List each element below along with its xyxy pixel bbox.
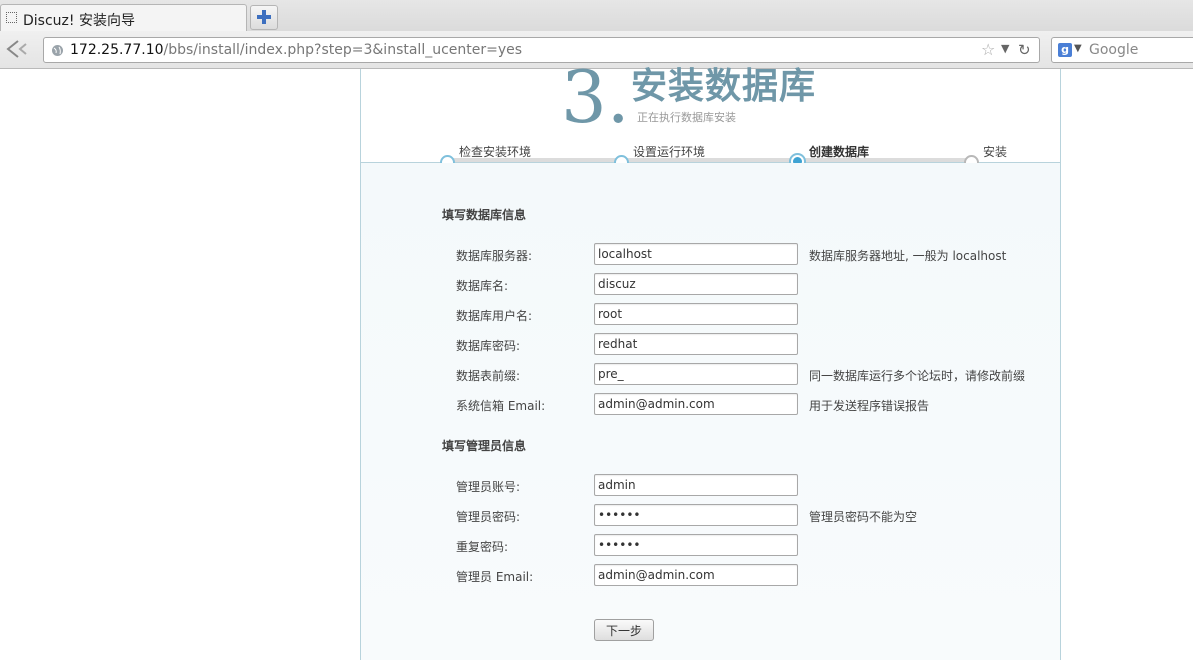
install-page: 3. 安装数据库 正在执行数据库安装 检查安装环境 设置运行环境 创建数据库 安… [360, 61, 1061, 660]
dropdown-icon[interactable]: ▼ [1001, 42, 1009, 55]
table-prefix-input[interactable] [594, 363, 798, 385]
table-prefix-label: 数据表前缀: [456, 369, 521, 383]
globe-icon [52, 45, 63, 56]
db-host-hint: 数据库服务器地址, 一般为 localhost [809, 249, 1007, 263]
table-prefix-hint: 同一数据库运行多个论坛时，请修改前缀 [809, 369, 1026, 383]
url-host: 172.25.77.10 [70, 42, 164, 58]
admin-account-input[interactable] [594, 474, 798, 496]
db-host-input[interactable] [594, 243, 798, 265]
admin-email-label: 管理员 Email: [456, 570, 534, 584]
admin-email-input[interactable] [594, 564, 798, 586]
db-user-input[interactable] [594, 303, 798, 325]
admin-password-input[interactable] [594, 504, 798, 526]
url-path: /bbs/install/index.php?step=3&install_uc… [163, 42, 523, 58]
new-tab-button[interactable] [250, 5, 278, 30]
step-label-3: 创建数据库 [809, 145, 870, 159]
search-engine-dropdown-icon[interactable]: ▼ [1074, 43, 1082, 54]
next-step-button[interactable]: 下一步 [594, 619, 654, 641]
browser-tab[interactable]: Discuz! 安装向导 [0, 4, 247, 31]
system-email-hint: 用于发送程序错误报告 [809, 399, 930, 413]
repeat-password-label: 重复密码: [456, 540, 509, 554]
db-password-label: 数据库密码: [456, 339, 521, 353]
install-form: 填写数据库信息 数据库服务器: 数据库服务器地址, 一般为 localhost … [361, 163, 1060, 660]
db-name-input[interactable] [594, 273, 798, 295]
page-title: 安装数据库 [631, 66, 817, 107]
db-host-label: 数据库服务器: [456, 249, 533, 263]
step-label-1: 检查安装环境 [459, 145, 532, 159]
system-email-input[interactable] [594, 393, 798, 415]
reload-icon[interactable]: ↻ [1018, 41, 1031, 59]
search-placeholder: Google [1089, 42, 1139, 58]
star-icon[interactable]: ☆ [981, 42, 995, 58]
db-name-label: 数据库名: [456, 279, 509, 293]
google-icon[interactable]: g [1058, 43, 1072, 57]
repeat-password-input[interactable] [594, 534, 798, 556]
tab-title: Discuz! 安装向导 [23, 13, 135, 29]
step-label-4: 安装 [983, 145, 1008, 159]
url-bar[interactable]: 172.25.77.10/bbs/install/index.php?step=… [43, 37, 1040, 63]
step-number: 3. [561, 55, 630, 139]
page-icon [6, 12, 17, 23]
admin-section-title: 填写管理员信息 [442, 439, 527, 453]
system-email-label: 系统信箱 Email: [456, 399, 546, 413]
db-password-input[interactable] [594, 333, 798, 355]
admin-account-label: 管理员账号: [456, 480, 521, 494]
search-bar[interactable]: g ▼ Google [1051, 37, 1193, 63]
db-user-label: 数据库用户名: [456, 309, 533, 323]
step-label-2: 设置运行环境 [633, 145, 706, 159]
back-icon [6, 40, 27, 58]
new-tab-icon [257, 10, 271, 24]
back-button[interactable] [4, 38, 30, 60]
url-text: 172.25.77.10/bbs/install/index.php?step=… [70, 42, 522, 58]
db-section-title: 填写数据库信息 [442, 208, 527, 222]
admin-password-label: 管理员密码: [456, 510, 521, 524]
page-subtitle: 正在执行数据库安装 [637, 111, 736, 124]
admin-password-hint: 管理员密码不能为空 [809, 510, 918, 524]
